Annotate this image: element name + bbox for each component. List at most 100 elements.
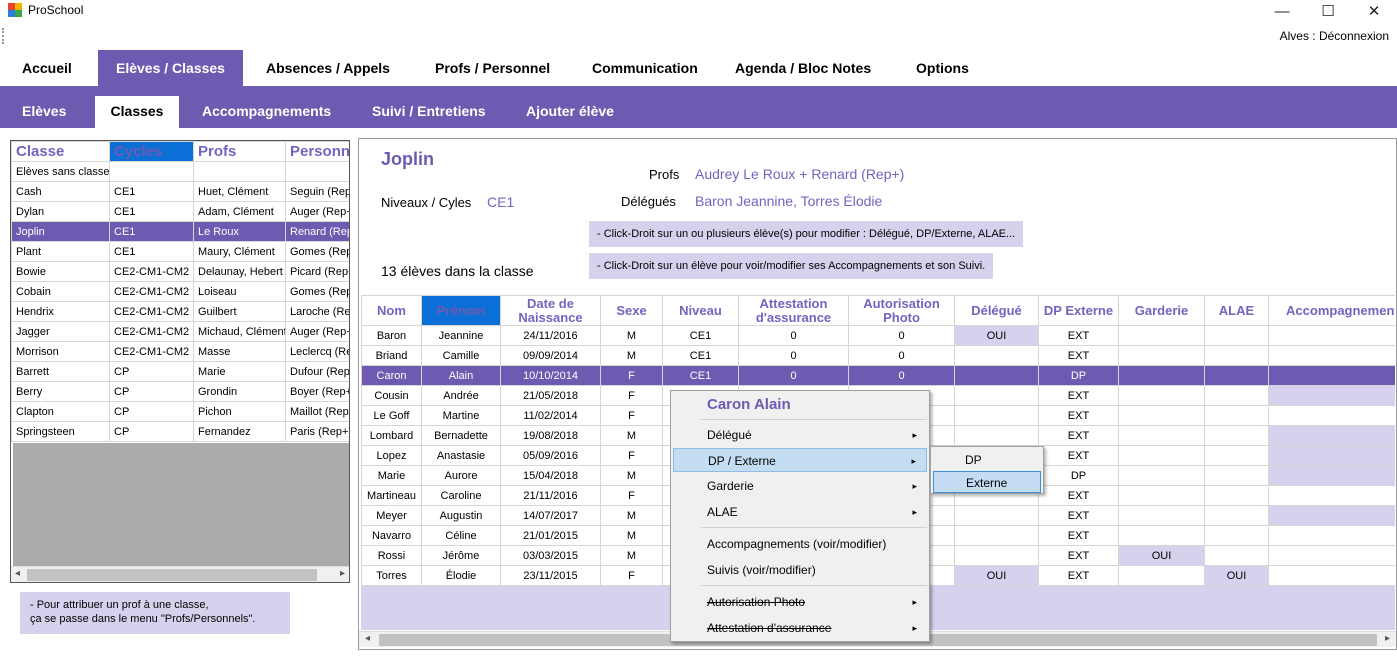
sub-tab-ajouter-eleve[interactable]: Ajouter élève xyxy=(514,96,626,128)
table-cell[interactable]: 0 xyxy=(738,325,849,346)
table-cell[interactable]: Berry xyxy=(11,381,110,402)
table-cell[interactable]: Marie xyxy=(361,465,422,486)
table-cell[interactable]: 19/08/2018 xyxy=(500,425,601,446)
classes-col-header[interactable]: Classe xyxy=(11,141,110,162)
students-col-header[interactable]: Nom xyxy=(361,295,422,326)
table-cell[interactable]: Andrée xyxy=(421,385,501,406)
submenu-item-externe[interactable]: Externe xyxy=(933,471,1041,493)
table-cell[interactable]: Adam, Clément xyxy=(193,201,286,222)
table-cell[interactable] xyxy=(1118,505,1205,526)
classes-grid[interactable]: ClasseCyclesProfsPersonnel Elèves sans c… xyxy=(11,141,349,442)
main-tab-accueil[interactable]: Accueil xyxy=(10,50,84,86)
menu-item-suivis[interactable]: Suivis (voir/modifier) xyxy=(673,558,927,582)
table-cell[interactable]: CE1 xyxy=(662,345,739,366)
table-cell[interactable]: Renard (Rep+) xyxy=(285,221,349,242)
table-cell[interactable]: 24/11/2016 xyxy=(500,325,601,346)
table-cell[interactable]: Meyer xyxy=(361,505,422,526)
table-cell[interactable] xyxy=(109,161,194,182)
table-row[interactable]: CobainCE2-CM1-CM2LoiseauGomes (Rep+) xyxy=(11,281,349,302)
table-cell[interactable]: Gomes (Rep+) xyxy=(285,241,349,262)
table-cell[interactable] xyxy=(1268,525,1395,546)
table-cell[interactable] xyxy=(1204,325,1269,346)
table-cell[interactable]: F xyxy=(600,445,663,466)
sub-tab-eleves[interactable]: Elèves xyxy=(10,96,78,128)
table-cell[interactable]: Lopez xyxy=(361,445,422,466)
table-cell[interactable]: Navarro xyxy=(361,525,422,546)
table-cell[interactable] xyxy=(954,365,1039,386)
table-row[interactable]: Berry CP Grondin Boyer (Rep+) xyxy=(11,381,349,402)
table-cell[interactable] xyxy=(1268,545,1395,566)
table-cell[interactable]: OUI xyxy=(954,565,1039,586)
table-cell[interactable]: EXT xyxy=(1038,325,1119,346)
submenu-item-dp[interactable]: DP xyxy=(933,449,1041,471)
table-cell[interactable]: Michaud, Clément xyxy=(193,321,286,342)
menu-item-alae[interactable]: ALAE ▸ xyxy=(673,500,927,524)
table-row[interactable]: MorrisonCE2-CM1-CM2MasseLeclercq (Rep+) xyxy=(11,341,349,362)
table-cell[interactable]: 21/11/2016 xyxy=(500,485,601,506)
table-cell[interactable] xyxy=(1118,365,1205,386)
table-cell[interactable] xyxy=(1118,525,1205,546)
table-cell[interactable]: DP xyxy=(1038,365,1119,386)
table-cell[interactable]: Cash xyxy=(11,181,110,202)
students-col-header[interactable]: Garderie xyxy=(1118,295,1205,326)
table-cell[interactable]: Maillot (Rep+) xyxy=(285,401,349,422)
table-cell[interactable]: Jagger xyxy=(11,321,110,342)
table-cell[interactable]: Jérôme xyxy=(421,545,501,566)
menu-item-garderie[interactable]: Garderie ▸ xyxy=(673,474,927,498)
menu-item-delegue[interactable]: Délégué ▸ xyxy=(673,423,927,447)
table-row[interactable]: ClaptonCPPichonMaillot (Rep+) xyxy=(11,401,349,422)
table-cell[interactable]: Huet, Clément xyxy=(193,181,286,202)
table-cell[interactable] xyxy=(285,161,349,182)
table-cell[interactable]: M xyxy=(600,465,663,486)
table-cell[interactable] xyxy=(1204,365,1269,386)
table-cell[interactable] xyxy=(1118,565,1205,586)
menu-item-dp-externe[interactable]: DP / Externe ▸ xyxy=(673,448,927,472)
table-cell[interactable]: Cobain xyxy=(11,281,110,302)
table-cell[interactable] xyxy=(1268,405,1395,426)
table-cell[interactable] xyxy=(1118,325,1205,346)
table-cell[interactable] xyxy=(1268,565,1395,586)
table-cell[interactable]: CE2-CM1-CM2 xyxy=(109,261,194,282)
table-cell[interactable]: M xyxy=(600,525,663,546)
minimize-button[interactable]: — xyxy=(1259,0,1305,22)
table-cell[interactable]: 05/09/2016 xyxy=(500,445,601,466)
toolstrip-grip[interactable] xyxy=(2,28,5,44)
table-cell[interactable]: EXT xyxy=(1038,525,1119,546)
table-cell[interactable] xyxy=(1118,465,1205,486)
table-cell[interactable] xyxy=(1204,445,1269,466)
table-cell[interactable]: 0 xyxy=(738,365,849,386)
students-col-header[interactable]: ALAE xyxy=(1204,295,1269,326)
table-cell[interactable]: Fernandez xyxy=(193,421,286,442)
table-cell[interactable]: CE1 xyxy=(662,365,739,386)
table-cell[interactable]: 3 xyxy=(1268,445,1395,466)
table-cell[interactable]: Laroche (Rep+) xyxy=(285,301,349,322)
table-cell[interactable]: CP xyxy=(109,381,194,402)
table-cell[interactable]: CE2-CM1-CM2 xyxy=(109,281,194,302)
table-cell[interactable]: CE1 xyxy=(109,201,194,222)
table-cell[interactable]: Martineau xyxy=(361,485,422,506)
table-cell[interactable]: EXT xyxy=(1038,445,1119,466)
table-cell[interactable] xyxy=(954,545,1039,566)
table-cell[interactable] xyxy=(1118,485,1205,506)
table-cell[interactable]: Maury, Clément xyxy=(193,241,286,262)
table-cell[interactable]: CP xyxy=(109,401,194,422)
table-cell[interactable]: Dufour (Rep+) xyxy=(285,361,349,382)
table-row[interactable]: JoplinCE1Le RouxRenard (Rep+) xyxy=(11,221,349,242)
table-cell[interactable]: Céline xyxy=(421,525,501,546)
table-cell[interactable]: Augustin xyxy=(421,505,501,526)
maximize-button[interactable]: ☐ xyxy=(1305,0,1351,22)
table-cell[interactable]: EXT xyxy=(1038,385,1119,406)
classes-col-header[interactable]: Profs xyxy=(193,141,286,162)
table-row[interactable]: CashCE1Huet, ClémentSeguin (Rep+) xyxy=(11,181,349,202)
table-cell[interactable] xyxy=(1268,365,1395,386)
table-cell[interactable]: M xyxy=(600,545,663,566)
table-cell[interactable] xyxy=(954,425,1039,446)
table-row[interactable]: Elèves sans classe xyxy=(11,161,349,182)
table-cell[interactable] xyxy=(1204,465,1269,486)
sub-tab-accompagnements[interactable]: Accompagnements xyxy=(190,96,343,128)
table-row[interactable]: PlantCE1Maury, ClémentGomes (Rep+) xyxy=(11,241,349,262)
logout-link[interactable]: Alves : Déconnexion xyxy=(1280,29,1389,43)
table-cell[interactable]: Gomes (Rep+) xyxy=(285,281,349,302)
classes-grid-hscrollbar[interactable]: ◂ ▸ xyxy=(11,566,349,582)
table-cell[interactable]: EXT xyxy=(1038,545,1119,566)
